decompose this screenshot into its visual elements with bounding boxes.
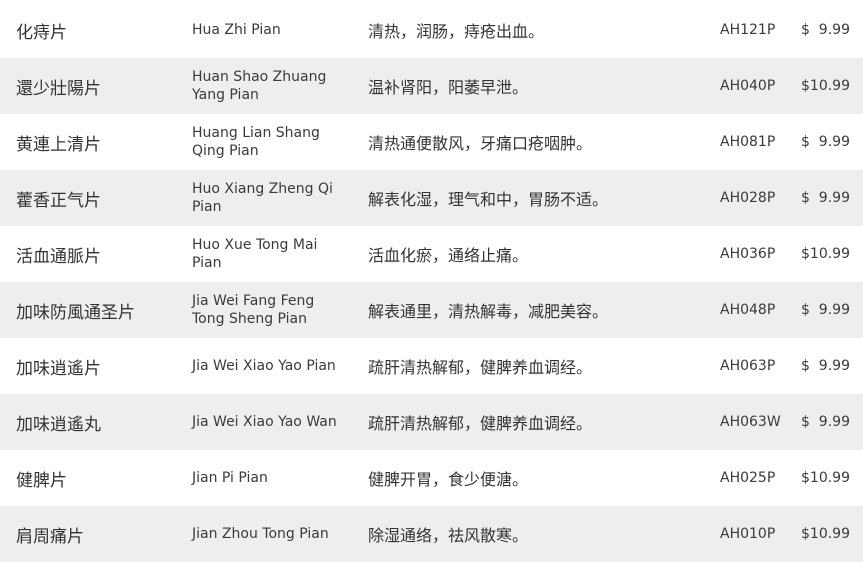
product-description: 解表化湿，理气和中，胃肠不适。 (368, 190, 609, 209)
product-code: AH063W (720, 414, 781, 430)
product-code: AH036P (720, 246, 776, 262)
product-chinese-name: 黄連上清片 (16, 134, 101, 155)
product-description: 疏肝清热解郁，健脾养血调经。 (368, 358, 593, 377)
product-code: AH040P (720, 78, 776, 94)
product-price: $10.99 (801, 246, 850, 262)
product-pinyin-name: Jian Zhou Tong Pian (192, 526, 329, 542)
table-row: 肩周痛片 Jian Zhou Tong Pian 除湿通络，祛风散寒。 AH01… (0, 506, 863, 562)
product-price: $ 9.99 (801, 414, 850, 430)
product-description: 活血化瘀，通络止痛。 (368, 246, 529, 265)
table-row: 藿香正气片 Huo Xiang Zheng Qi Pian 解表化湿，理气和中，… (0, 170, 863, 226)
table-row: 加味逍遙丸 Jia Wei Xiao Yao Wan 疏肝清热解郁，健脾养血调经… (0, 394, 863, 450)
product-price: $ 9.99 (801, 134, 850, 150)
product-price: $ 9.99 (801, 302, 850, 318)
product-price: $ 9.99 (801, 358, 850, 374)
product-pinyin-name: Jian Pi Pian (192, 470, 268, 486)
product-pinyin-name: Huan Shao Zhuang Yang Pian (192, 69, 327, 103)
product-description: 清热，润肠，痔疮出血。 (368, 22, 545, 41)
product-chinese-name: 藿香正气片 (16, 190, 101, 211)
table-row: 還少壯陽片 Huan Shao Zhuang Yang Pian 温补肾阳，阳萎… (0, 58, 863, 114)
product-table: 化痔片 Hua Zhi Pian 清热，润肠，痔疮出血。 AH121P $ 9.… (0, 2, 863, 562)
product-chinese-name: 加味防風通圣片 (16, 302, 135, 323)
product-pinyin-name: Huo Xue Tong Mai Pian (192, 237, 318, 271)
product-description: 解表通里，清热解毒，减肥美容。 (368, 302, 609, 321)
table-row: 加味逍遙片 Jia Wei Xiao Yao Pian 疏肝清热解郁，健脾养血调… (0, 338, 863, 394)
product-description: 除湿通络，祛风散寒。 (368, 526, 529, 545)
product-description: 健脾开胃，食少便溏。 (368, 470, 529, 489)
product-description: 温补肾阳，阳萎早泄。 (368, 78, 529, 97)
product-chinese-name: 健脾片 (16, 470, 67, 491)
table-row: 化痔片 Hua Zhi Pian 清热，润肠，痔疮出血。 AH121P $ 9.… (0, 2, 863, 58)
product-chinese-name: 加味逍遙丸 (16, 414, 101, 435)
product-code: AH048P (720, 302, 776, 318)
product-pinyin-name: Jia Wei Xiao Yao Pian (192, 358, 336, 374)
product-code: AH010P (720, 526, 776, 542)
product-pinyin-name: Hua Zhi Pian (192, 22, 281, 38)
product-code: AH028P (720, 190, 776, 206)
product-chinese-name: 化痔片 (16, 22, 67, 43)
product-code: AH025P (720, 470, 776, 486)
product-description: 清热通便散风，牙痛口疮咽肿。 (368, 134, 593, 153)
product-chinese-name: 肩周痛片 (16, 526, 84, 547)
product-code: AH081P (720, 134, 776, 150)
product-code: AH121P (720, 22, 776, 38)
table-row: 活血通脈片 Huo Xue Tong Mai Pian 活血化瘀，通络止痛。 A… (0, 226, 863, 282)
product-pinyin-name: Huo Xiang Zheng Qi Pian (192, 181, 333, 215)
table-row: 黄連上清片 Huang Lian Shang Qing Pian 清热通便散风，… (0, 114, 863, 170)
product-chinese-name: 還少壯陽片 (16, 78, 101, 99)
product-price: $10.99 (801, 470, 850, 486)
product-chinese-name: 加味逍遙片 (16, 358, 101, 379)
product-chinese-name: 活血通脈片 (16, 246, 101, 267)
product-pinyin-name: Huang Lian Shang Qing Pian (192, 125, 320, 159)
table-row: 加味防風通圣片 Jia Wei Fang Feng Tong Sheng Pia… (0, 282, 863, 338)
product-pinyin-name: Jia Wei Xiao Yao Wan (192, 414, 337, 430)
product-pinyin-name: Jia Wei Fang Feng Tong Sheng Pian (192, 293, 315, 327)
table-row: 健脾片 Jian Pi Pian 健脾开胃，食少便溏。 AH025P $10.9… (0, 450, 863, 506)
product-price: $ 9.99 (801, 22, 850, 38)
product-price: $10.99 (801, 78, 850, 94)
product-description: 疏肝清热解郁，健脾养血调经。 (368, 414, 593, 433)
product-price: $10.99 (801, 526, 850, 542)
product-code: AH063P (720, 358, 776, 374)
product-price: $ 9.99 (801, 190, 850, 206)
